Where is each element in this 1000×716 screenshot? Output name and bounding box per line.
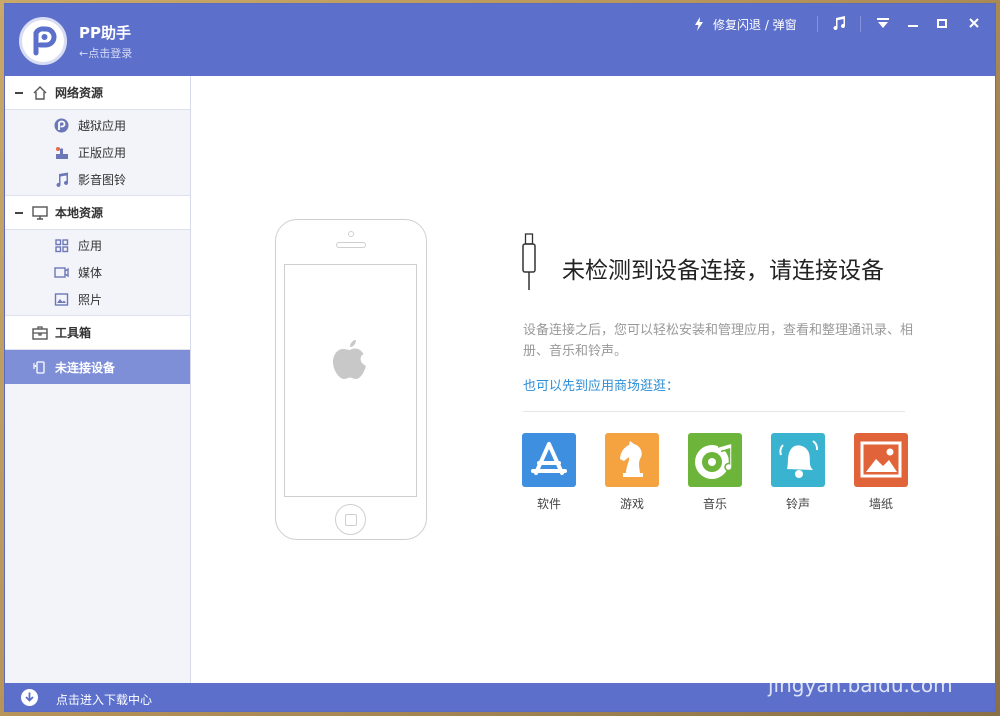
sidebar-group-label: 工具箱 [55,326,92,340]
category-label: 墙纸 [868,497,893,511]
category-label: 音乐 [702,497,727,511]
sidebar-item-photos[interactable]: 照片 [5,286,190,313]
home-icon [33,86,47,100]
category-label: 游戏 [619,497,644,511]
apple-logo-icon [333,340,366,379]
sidebar-item-media[interactable]: 媒体 [5,259,190,286]
browse-store-link[interactable]: 也可以先到应用商场逛逛： [523,375,679,394]
fix-crash-button[interactable]: 修复闪退 / 弹窗 [693,14,797,34]
phone-screen [284,264,417,497]
sidebar-item-jailbreak-apps[interactable]: 越狱应用 [5,112,190,139]
category-wallpaper[interactable]: 墙纸 [851,433,911,512]
collapse-icon[interactable] [15,92,23,94]
lightning-icon [695,17,703,31]
device-icon [33,361,45,374]
baidu-watermark-url: jingyan.baidu.com [768,673,953,697]
speaker-slot [336,242,366,248]
sidebar-item-apps[interactable]: 应用 [5,232,190,259]
sidebar-item-label: 照片 [78,293,103,307]
toolbox-icon [32,326,48,340]
category-ringtones[interactable]: 铃声 [768,433,828,512]
pp-logo-icon[interactable] [19,17,67,65]
sidebar-item-toolbox[interactable]: 工具箱 [5,316,190,350]
no-device-headline: 未检测到设备连接，请连接设备 [562,258,884,284]
app-store-icon [522,433,576,487]
home-button [335,504,366,535]
category-software[interactable]: 软件 [519,433,579,512]
sidebar-item-no-device[interactable]: 未连接设备 [5,350,190,384]
title-divider [817,16,818,32]
sidebar-group-local[interactable]: 本地资源 [5,196,190,230]
category-games[interactable]: 游戏 [602,433,662,512]
usb-cable-icon [522,233,536,290]
stamp-icon [56,147,68,159]
download-center-link[interactable]: 点击进入下载中心 [56,691,152,708]
title-bar: PP助手 ←点击登录 修复闪退 / 弹窗 [5,4,995,76]
sidebar-item-label: 应用 [78,239,103,253]
camera-dot [348,231,354,237]
music-note-icon[interactable] [828,12,850,34]
device-connect-description: 设备连接之后，您可以轻松安装和管理应用，查看和整理通讯录、相册、音乐和铃声。 [523,323,914,359]
main-panel: 未检测到设备连接，请连接设备 设备连接之后，您可以轻松安装和管理应用，查看和整理… [192,76,995,683]
sidebar: 网络资源 越狱应用 正版应用 影音图铃 本地资源 应用 媒体 照片 工具箱 未连… [5,76,191,683]
minimize-icon[interactable] [902,12,924,34]
grid-icon [55,239,69,253]
chess-knight-icon [605,433,659,487]
collapse-icon[interactable] [15,212,23,214]
image-icon [54,293,69,306]
login-link[interactable]: ←点击登录 [79,45,132,61]
divider [523,411,905,412]
sidebar-group-label: 本地资源 [55,206,104,220]
sidebar-item-media-ringtones[interactable]: 影音图铃 [5,166,190,193]
sidebar-item-label: 正版应用 [78,146,127,160]
bell-icon [771,433,825,487]
video-icon [54,267,69,278]
sidebar-item-label: 越狱应用 [78,119,127,133]
pp-logo-icon [54,118,69,133]
category-label: 软件 [536,497,561,511]
category-label: 铃声 [785,497,810,511]
app-name: PP助手 [79,24,131,42]
sidebar-group-label: 网络资源 [55,86,104,100]
monitor-icon [32,206,48,220]
music-note-icon [56,172,68,187]
category-music[interactable]: 音乐 [685,433,745,512]
sidebar-item-label: 媒体 [78,266,103,280]
title-divider [860,16,861,32]
sidebar-group-label: 未连接设备 [55,360,116,375]
maximize-icon[interactable] [931,12,953,34]
sidebar-item-label: 影音图铃 [78,173,127,187]
sidebar-group-network[interactable]: 网络资源 [5,76,190,110]
sidebar-item-genuine-apps[interactable]: 正版应用 [5,139,190,166]
menu-icon[interactable] [872,12,894,34]
close-icon[interactable] [963,12,985,34]
music-disc-icon [688,433,742,487]
picture-icon [854,433,908,487]
baidu-watermark: Bai du 经验 [762,614,963,654]
download-icon[interactable] [21,689,38,706]
fix-crash-label: 修复闪退 / 弹窗 [713,17,797,32]
